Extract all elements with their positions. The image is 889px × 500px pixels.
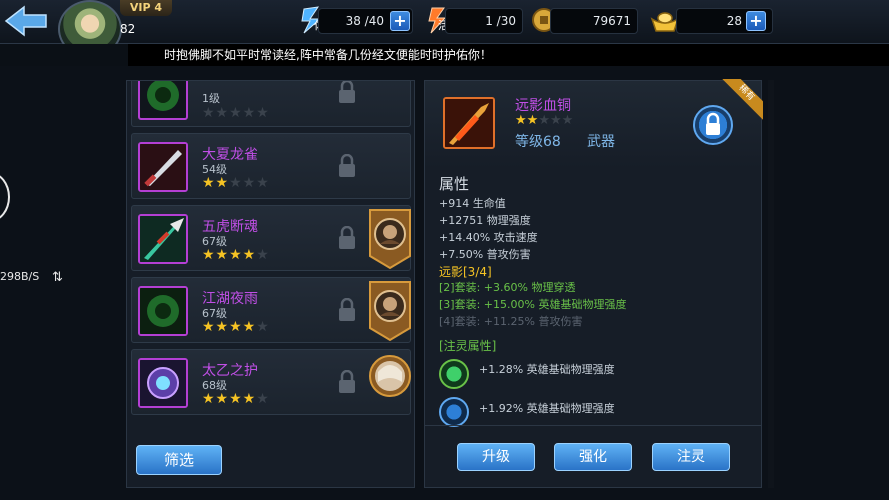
- list-item[interactable]: 1级 ★★★★★: [131, 81, 411, 127]
- back-button[interactable]: [2, 4, 48, 38]
- enhance-button[interactable]: 强化: [554, 443, 632, 471]
- top-bar: VIP 4 82 体 38 /40 + 活 1 /30 79671 28 +: [0, 0, 889, 58]
- upgrade-button[interactable]: 升级: [457, 443, 535, 471]
- floating-assist-button[interactable]: [0, 172, 10, 222]
- weapon-name: 远影血铜: [515, 98, 571, 114]
- lock-icon: [339, 370, 355, 393]
- list-item[interactable]: 大夏龙雀 54级 ★★★★★: [131, 133, 411, 199]
- equipped-hero-badge[interactable]: [368, 352, 412, 414]
- add-stamina-button[interactable]: +: [390, 11, 410, 31]
- gold-ingot-icon: [650, 5, 680, 35]
- list-item[interactable]: 江湖夜雨 67级 ★★★★★: [131, 277, 411, 343]
- network-speed: 298B/S: [0, 270, 40, 283]
- item-stars: ★★★★★: [202, 391, 270, 407]
- lock-icon: [339, 81, 355, 103]
- amulet-icon: [138, 358, 188, 408]
- green-armor-icon: [138, 286, 188, 336]
- item-stars: ★★★★★: [202, 247, 270, 263]
- spirit-bonus-line: +1.92% 英雄基础物理强度: [479, 402, 615, 415]
- weapon-level: 等级68: [515, 134, 561, 150]
- item-stars: ★★★★★: [202, 105, 270, 121]
- spirit-blue-icon: [439, 397, 469, 427]
- spirit-bonus-line: +1.28% 英雄基础物理强度: [479, 363, 615, 376]
- vip-badge[interactable]: VIP 4: [120, 0, 172, 16]
- set-bonus-line: [3]套装: +15.00% 英雄基础物理强度: [439, 298, 627, 311]
- set-title: 远影[3/4]: [439, 265, 492, 279]
- energy-value: 1 /30: [445, 8, 523, 34]
- spear-icon: [138, 214, 188, 264]
- add-gold-button[interactable]: +: [746, 11, 766, 31]
- detail-header: 远影血铜 ★★★★★ 等级68 武器 稀有: [425, 79, 763, 169]
- weapon-stars: ★★★★★: [515, 113, 574, 128]
- list-item[interactable]: 太乙之护 68级 ★★★★★: [131, 349, 411, 415]
- lock-icon: [339, 226, 355, 249]
- attributes-title: 属性: [439, 175, 470, 193]
- equipped-hero-badge[interactable]: [368, 208, 412, 270]
- equipped-hero-badge[interactable]: [368, 280, 412, 342]
- filter-button[interactable]: 筛选: [136, 445, 222, 475]
- list-item[interactable]: 五虎断魂 67级 ★★★★★: [131, 205, 411, 271]
- attribute-line: +12751 物理强度: [439, 214, 531, 227]
- back-arrow-icon: [4, 5, 47, 37]
- announcement-ticker: 时抱佛脚不如平时常读经,阵中常备几份经文便能时时护佑你！: [128, 44, 889, 66]
- equipment-detail-panel: 远影血铜 ★★★★★ 等级68 武器 稀有 属性 +914 生命值 +12751…: [424, 79, 763, 488]
- coins-value: 79671: [550, 8, 638, 34]
- item-stars: ★★★★★: [202, 319, 270, 335]
- infuse-button[interactable]: 注灵: [652, 443, 730, 471]
- page-scrollbar[interactable]: [768, 80, 774, 488]
- lock-icon: [339, 298, 355, 321]
- spirit-title: [注灵属性]: [439, 339, 497, 353]
- rarity-tag: 稀有: [719, 79, 763, 123]
- ticker-spacer: [0, 44, 130, 66]
- lock-icon: [339, 154, 355, 177]
- item-stars: ★★★★★: [202, 175, 270, 191]
- set-bonus-line: [4]套装: +11.25% 普攻伤害: [439, 315, 583, 328]
- attribute-line: +14.40% 攻击速度: [439, 231, 538, 244]
- attribute-line: +7.50% 普攻伤害: [439, 248, 531, 261]
- attribute-line: +914 生命值: [439, 197, 506, 210]
- item-level: 1级: [202, 92, 220, 105]
- sword-icon: [138, 142, 188, 192]
- transfer-arrows-icon: ⇅: [52, 270, 63, 285]
- weapon-icon: [443, 97, 495, 149]
- spirit-green-icon: [439, 359, 469, 389]
- weapon-type: 武器: [587, 134, 615, 150]
- divider: [425, 425, 761, 426]
- set-bonus-line: [2]套装: +3.60% 物理穿透: [439, 281, 576, 294]
- equipment-list-panel: 1级 ★★★★★ 大夏龙雀 54级 ★★★★★ 五虎断魂 67级 ★★★★★ 江…: [126, 80, 415, 488]
- green-armor-icon: [138, 81, 188, 120]
- equipment-list[interactable]: 1级 ★★★★★ 大夏龙雀 54级 ★★★★★ 五虎断魂 67级 ★★★★★ 江…: [127, 81, 414, 419]
- player-level: 82: [120, 22, 136, 36]
